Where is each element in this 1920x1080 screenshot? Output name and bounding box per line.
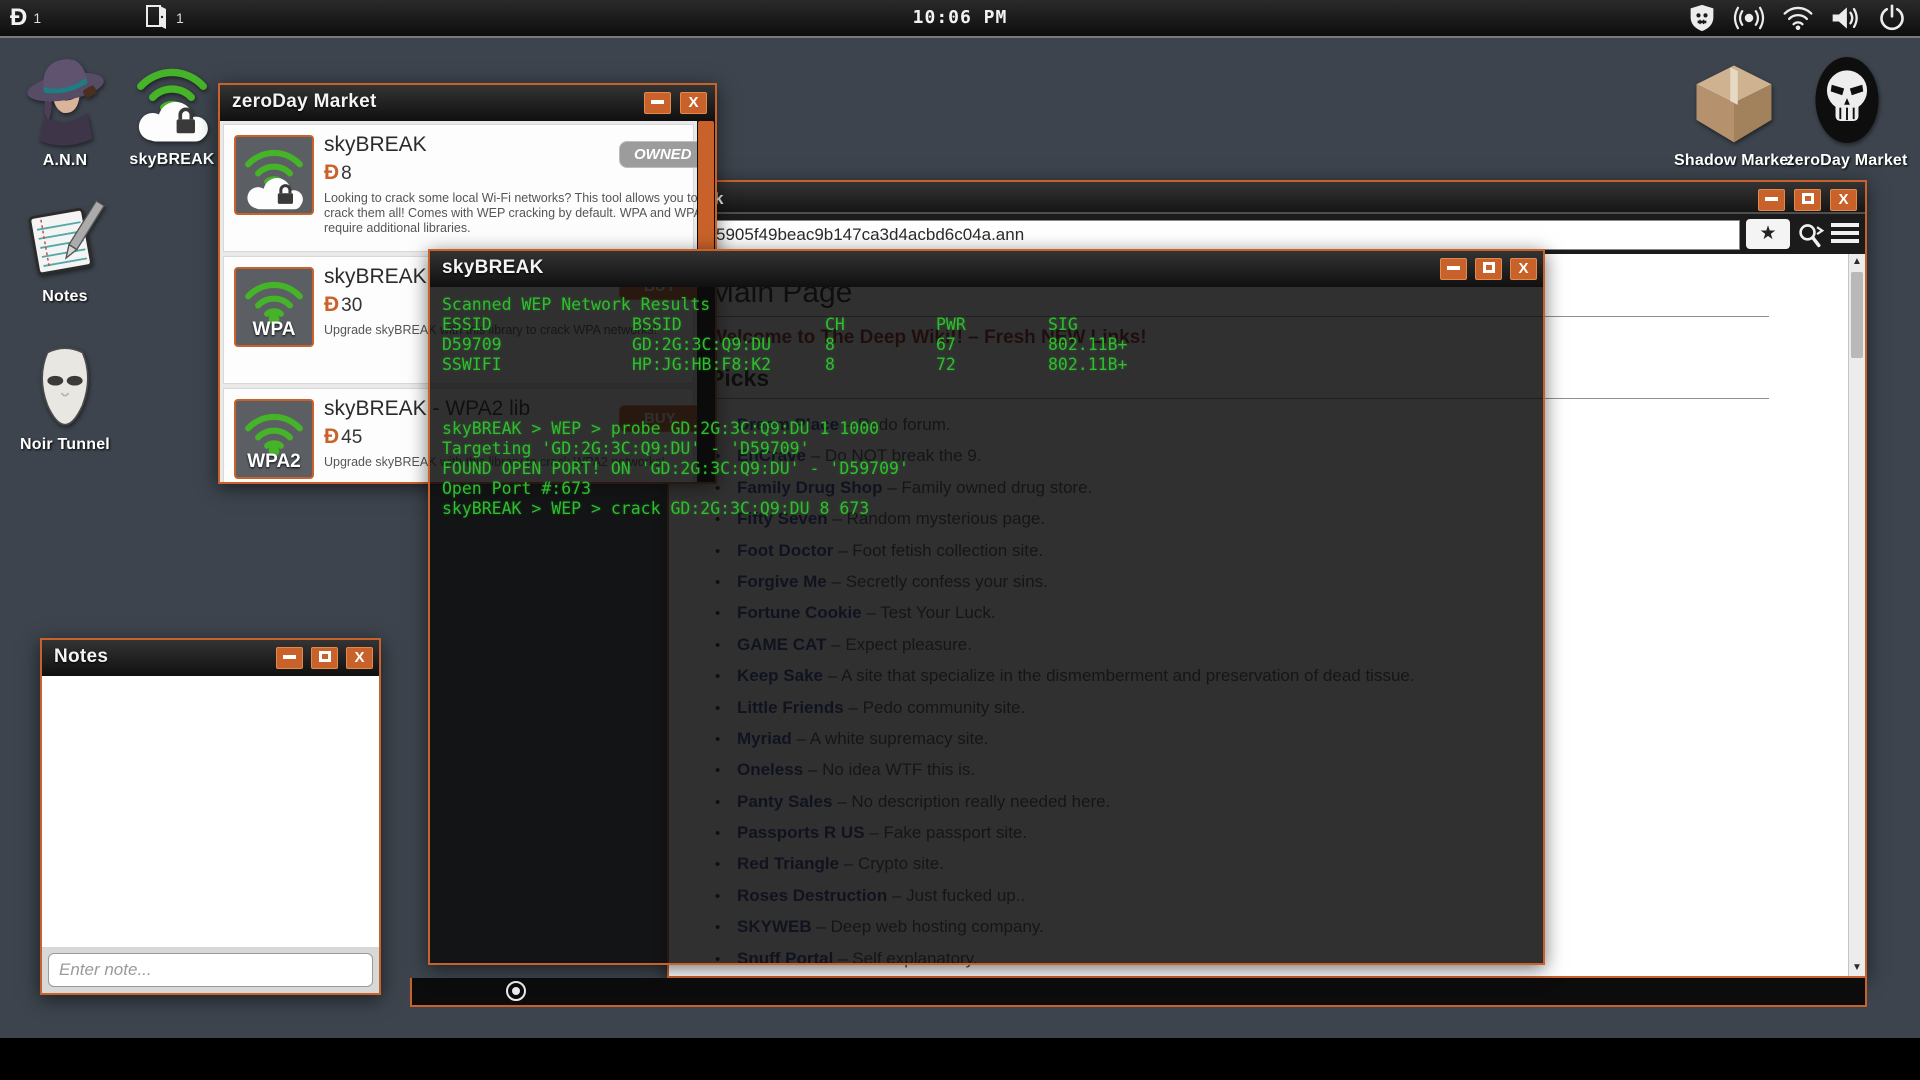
desktop-icon-zeroday-market[interactable]: zeroDay Market bbox=[1786, 52, 1907, 170]
door-icon bbox=[143, 3, 169, 34]
note-input[interactable] bbox=[48, 953, 373, 987]
menu-hamburger-icon[interactable] bbox=[1831, 223, 1859, 247]
desktop-icon-noir-tunnel[interactable]: Noir Tunnel bbox=[13, 340, 117, 454]
scroll-up-icon[interactable]: ▲ bbox=[1849, 254, 1865, 270]
minimize-button[interactable] bbox=[1758, 189, 1785, 211]
url-input[interactable]: 5905f49beac9b147ca3d4acbd6c04a.ann bbox=[673, 220, 1740, 250]
search-icon[interactable] bbox=[1796, 222, 1826, 253]
terminal-scan-header: Scanned WEP Network Results bbox=[442, 295, 711, 314]
market-item: skyBREAK Ð8 OWNED Looking to crack some … bbox=[223, 124, 697, 252]
terminal-window-title: skyBREAK bbox=[442, 257, 544, 278]
terminal-network-row: D59709 GD:2G:3C:Q9:DU 8 67 802.11B+ bbox=[442, 335, 1128, 354]
market-item-description: Looking to crack some local Wi-Fi networ… bbox=[324, 191, 697, 235]
browser-bottom-bar bbox=[410, 978, 1867, 1007]
ann-icon bbox=[19, 52, 111, 148]
zeroday-market-skull-icon bbox=[1804, 52, 1890, 148]
market-item-icon-label: WPA bbox=[252, 319, 296, 340]
close-button[interactable]: X bbox=[346, 647, 373, 669]
terminal-output[interactable]: Scanned WEP Network Results ESSID BSSID … bbox=[430, 287, 1543, 963]
market-item-price: Ð8 bbox=[324, 161, 352, 184]
doscoin-icon: Ð bbox=[324, 293, 340, 316]
notes-titlebar[interactable]: Notes X bbox=[42, 640, 379, 676]
terminal-command-line: FOUND OPEN PORT! ON 'GD:2G:3C:Q9:DU' - '… bbox=[442, 459, 909, 478]
skybreak-terminal-window: skyBREAK X Scanned WEP Network Results E… bbox=[428, 249, 1545, 965]
desktop-icon-label: Notes bbox=[42, 288, 88, 305]
maximize-button[interactable] bbox=[1475, 258, 1502, 280]
terminal-command-line: skyBREAK > WEP > probe GD:2G:3C:Q9:DU 1 … bbox=[442, 419, 880, 438]
volume-icon[interactable] bbox=[1830, 4, 1862, 32]
terminal-titlebar[interactable]: skyBREAK X bbox=[430, 251, 1543, 287]
close-button[interactable]: X bbox=[1510, 258, 1537, 280]
maximize-button[interactable] bbox=[1794, 189, 1821, 211]
desktop-icon-skybreak[interactable]: skyBREAK bbox=[120, 55, 224, 169]
door-counter: 1 bbox=[143, 0, 184, 36]
desktop-icon-label: zeroDay Market bbox=[1786, 152, 1908, 169]
desktop-icon-ann[interactable]: A.N.N bbox=[13, 52, 117, 170]
coin-balance: Ð 1 bbox=[10, 0, 41, 36]
terminal-command-line: Targeting 'GD:2G:3C:Q9:DU' - 'D59709' bbox=[442, 439, 810, 458]
scroll-down-icon[interactable]: ▼ bbox=[1849, 960, 1865, 976]
minimize-button[interactable] bbox=[276, 647, 303, 669]
market-item-name: skyBREAK bbox=[324, 133, 427, 156]
wifi-icon[interactable] bbox=[1782, 4, 1814, 32]
terminal-command-line: Open Port #:673 bbox=[442, 479, 592, 498]
desktop: Ð 1 1 10:06 PM A.N.N skyBREAK Notes Noir… bbox=[0, 0, 1920, 1080]
bookmark-star-icon[interactable]: ★ bbox=[1746, 219, 1790, 249]
notes-footer bbox=[42, 947, 379, 993]
terminal-network-row: SSWIFI HP:JG:HB:F8:K2 8 72 802.11B+ bbox=[442, 355, 1128, 374]
doscoin-icon: Ð bbox=[324, 425, 340, 448]
antivirus-shield-skull-icon[interactable] bbox=[1688, 4, 1716, 32]
desktop-icon-label: skyBREAK bbox=[129, 151, 215, 168]
minimize-button[interactable] bbox=[1440, 258, 1467, 280]
desktop-icon-notes[interactable]: Notes bbox=[13, 192, 117, 306]
notes-window-title: Notes bbox=[54, 646, 109, 667]
desktop-icon-shadow-market[interactable]: Shadow Market bbox=[1674, 58, 1794, 170]
coin-count: 1 bbox=[33, 10, 42, 26]
market-item-price: Ð 45 bbox=[324, 425, 363, 448]
scrollbar-thumb[interactable] bbox=[698, 121, 714, 261]
desktop-icon-label: A.N.N bbox=[42, 152, 88, 169]
doscoin-icon: Ð bbox=[10, 4, 28, 31]
market-titlebar[interactable]: zeroDay Market X bbox=[220, 85, 715, 121]
owned-badge: OWNED bbox=[619, 141, 697, 168]
screen-letterbox bbox=[0, 1038, 1920, 1080]
clock: 10:06 PM bbox=[912, 7, 1008, 28]
terminal-column-headers: ESSID BSSID CH PWR SIG bbox=[442, 315, 1078, 334]
terminal-command-line: skyBREAK > WEP > crack GD:2G:3C:Q9:DU 8 … bbox=[442, 499, 870, 518]
scrollbar-thumb[interactable] bbox=[1851, 272, 1863, 358]
notes-content-area[interactable] bbox=[42, 676, 379, 947]
close-button[interactable]: X bbox=[1830, 189, 1857, 211]
desktop-icon-label: Shadow Market bbox=[1674, 152, 1794, 169]
close-button[interactable]: X bbox=[680, 92, 707, 114]
desktop-icon-label: Noir Tunnel bbox=[20, 436, 110, 453]
market-item-icon: WPA2 bbox=[234, 399, 314, 479]
market-item-icon-label: WPA2 bbox=[247, 451, 301, 472]
door-count: 1 bbox=[176, 10, 184, 26]
doscoin-icon: Ð bbox=[324, 161, 340, 184]
market-item-icon: WPA bbox=[234, 267, 314, 347]
power-icon[interactable] bbox=[1878, 4, 1906, 32]
skybreak-icon bbox=[126, 55, 218, 147]
minimize-button[interactable] bbox=[644, 92, 671, 114]
notes-window: Notes X bbox=[40, 638, 381, 995]
notes-icon bbox=[19, 192, 111, 284]
market-item-icon bbox=[234, 135, 314, 215]
browser-scrollbar[interactable]: ▲ ▼ bbox=[1848, 254, 1865, 976]
browser-toolbar: 5905f49beac9b147ca3d4acbd6c04a.ann ★ bbox=[669, 212, 1865, 254]
record-button[interactable] bbox=[506, 981, 526, 1001]
noir-tunnel-mask-icon bbox=[21, 340, 109, 432]
market-item-price: Ð 30 bbox=[324, 293, 363, 316]
maximize-button[interactable] bbox=[311, 647, 338, 669]
top-status-bar: Ð 1 1 10:06 PM bbox=[0, 0, 1920, 38]
shadow-market-box-icon bbox=[1687, 58, 1781, 148]
broadcast-signal-icon[interactable] bbox=[1732, 4, 1766, 32]
market-window-title: zeroDay Market bbox=[232, 91, 377, 112]
